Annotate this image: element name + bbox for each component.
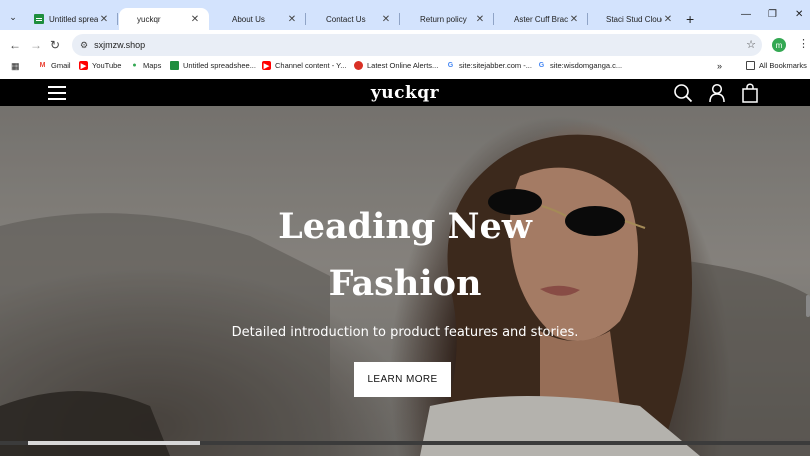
- forward-arrow-icon[interactable]: →: [30, 38, 42, 52]
- address-bar[interactable]: ⚙ sxjmzw.shop: [72, 34, 762, 56]
- new-tab-plus-icon[interactable]: +: [686, 11, 694, 27]
- search-icon[interactable]: [673, 83, 693, 103]
- bookmark-label: site:wisdomganga.c...: [550, 61, 623, 70]
- tab-return-policy[interactable]: Return policy ✕: [400, 8, 494, 30]
- account-icon[interactable]: [707, 83, 727, 103]
- tab-title: yuckqr: [137, 14, 161, 24]
- tab-contact-us[interactable]: Contact Us ✕: [306, 8, 400, 30]
- sheets-icon: [170, 61, 179, 70]
- close-icon[interactable]: ✕: [662, 14, 674, 25]
- maps-icon: ●: [132, 62, 137, 69]
- bookmarks-overflow-icon[interactable]: »: [717, 61, 722, 71]
- google-icon: G: [447, 62, 454, 69]
- window-close-icon[interactable]: ✕: [795, 9, 803, 20]
- profile-avatar[interactable]: m: [772, 38, 786, 52]
- bookmark-latest-online-alerts[interactable]: Latest Online Alerts...: [354, 61, 438, 70]
- hero-title: Leading New Fashion: [0, 198, 810, 312]
- apps-grid-icon[interactable]: ▦: [11, 61, 20, 72]
- tab-title: Untitled spreadsh: [49, 14, 98, 24]
- learn-more-button[interactable]: LEARN MORE: [354, 362, 451, 397]
- bookmark-maps[interactable]: ● Maps: [130, 61, 161, 70]
- minimize-icon[interactable]: —: [741, 9, 751, 20]
- bookmark-untitled-spreadsheet[interactable]: Untitled spreadshee...: [170, 61, 256, 70]
- tab-title: Staci Stud Cloud: [606, 14, 662, 24]
- more-menu-icon[interactable]: ⋮: [798, 37, 809, 50]
- close-icon[interactable]: ✕: [98, 14, 110, 25]
- page-scrollbar[interactable]: [806, 295, 810, 317]
- browser-toolbar: ← → ↻ ⚙ sxjmzw.shop ☆: [0, 30, 810, 58]
- bookmark-label: YouTube: [92, 61, 122, 70]
- close-icon[interactable]: ✕: [189, 14, 201, 25]
- bookmark-label: Untitled spreadshee...: [183, 61, 256, 70]
- bookmark-label: Gmail: [51, 61, 71, 70]
- google-icon: G: [538, 62, 545, 69]
- tab-aster-cuff-bracelet[interactable]: Aster Cuff Bracel ✕: [494, 8, 588, 30]
- bookmark-sitejabber[interactable]: Gsite:sitejabber.com -...: [446, 61, 532, 70]
- tab-search-chevron-icon[interactable]: ⌄: [5, 9, 21, 25]
- close-icon[interactable]: ✕: [380, 14, 392, 25]
- tab-title: About Us: [232, 14, 265, 24]
- alert-icon: [354, 61, 363, 70]
- reload-icon[interactable]: ↻: [50, 38, 60, 52]
- tab-separator: [117, 13, 118, 25]
- youtube-icon: ▶: [79, 61, 88, 70]
- bookmark-channel-content[interactable]: ▶ Channel content - Y...: [262, 61, 346, 70]
- gmail-icon: M: [39, 62, 46, 69]
- site-header: yuckqr: [0, 79, 810, 106]
- youtube-icon: ▶: [262, 61, 271, 70]
- hero-banner: Leading New Fashion Detailed introductio…: [0, 106, 810, 456]
- hamburger-menu-icon[interactable]: [48, 86, 66, 100]
- bookmark-gmail[interactable]: M Gmail: [38, 61, 71, 70]
- bookmark-label: Channel content - Y...: [275, 61, 347, 70]
- hero-title-line-2: Fashion: [328, 263, 482, 304]
- close-icon[interactable]: ✕: [474, 14, 486, 25]
- back-arrow-icon[interactable]: ←: [9, 38, 21, 52]
- close-icon[interactable]: ✕: [286, 14, 298, 25]
- bookmark-star-icon[interactable]: ☆: [746, 38, 756, 51]
- close-icon[interactable]: ✕: [568, 14, 580, 25]
- tab-untitled-spreadsheet[interactable]: Untitled spreadsh ✕: [24, 8, 118, 30]
- all-bookmarks-button[interactable]: All Bookmarks: [746, 61, 807, 70]
- bookmark-wisdomganga[interactable]: Gsite:wisdomganga.c...: [537, 61, 622, 70]
- tab-yuckqr[interactable]: yuckqr ✕: [119, 8, 209, 30]
- tab-title: Contact Us: [326, 14, 366, 24]
- bookmark-label: Maps: [143, 61, 162, 70]
- tab-about-us[interactable]: About Us ✕: [212, 8, 306, 30]
- tab-strip: ⌄ Untitled spreadsh ✕ yuckqr ✕ About Us …: [0, 0, 810, 30]
- restore-icon[interactable]: ❐: [768, 9, 777, 20]
- hero-title-line-1: Leading New: [278, 206, 532, 247]
- site-settings-icon[interactable]: ⚙: [80, 40, 88, 51]
- all-bookmarks-label: All Bookmarks: [759, 61, 807, 70]
- url-text[interactable]: sxjmzw.shop: [94, 40, 145, 50]
- bookmark-label: site:sitejabber.com -...: [459, 61, 532, 70]
- bookmark-youtube[interactable]: ▶ YouTube: [79, 61, 121, 70]
- cart-bag-icon[interactable]: [740, 83, 760, 103]
- bookmark-label: Latest Online Alerts...: [367, 61, 439, 70]
- bookmarks-bar: ▦ M Gmail ▶ YouTube ● Maps Untitled spreads…: [0, 58, 810, 78]
- web-page: yuckqr Leading New Fashion Detailed intr…: [0, 79, 810, 456]
- video-progress-segment: [28, 441, 200, 445]
- tab-title: Return policy: [420, 14, 467, 24]
- tab-title: Aster Cuff Bracel: [514, 14, 568, 24]
- tab-staci-stud-cloud[interactable]: Staci Stud Cloud ✕: [588, 8, 682, 30]
- folder-icon: [746, 61, 755, 70]
- hero-subtitle: Detailed introduction to product feature…: [231, 325, 579, 340]
- sheets-icon: [34, 14, 44, 24]
